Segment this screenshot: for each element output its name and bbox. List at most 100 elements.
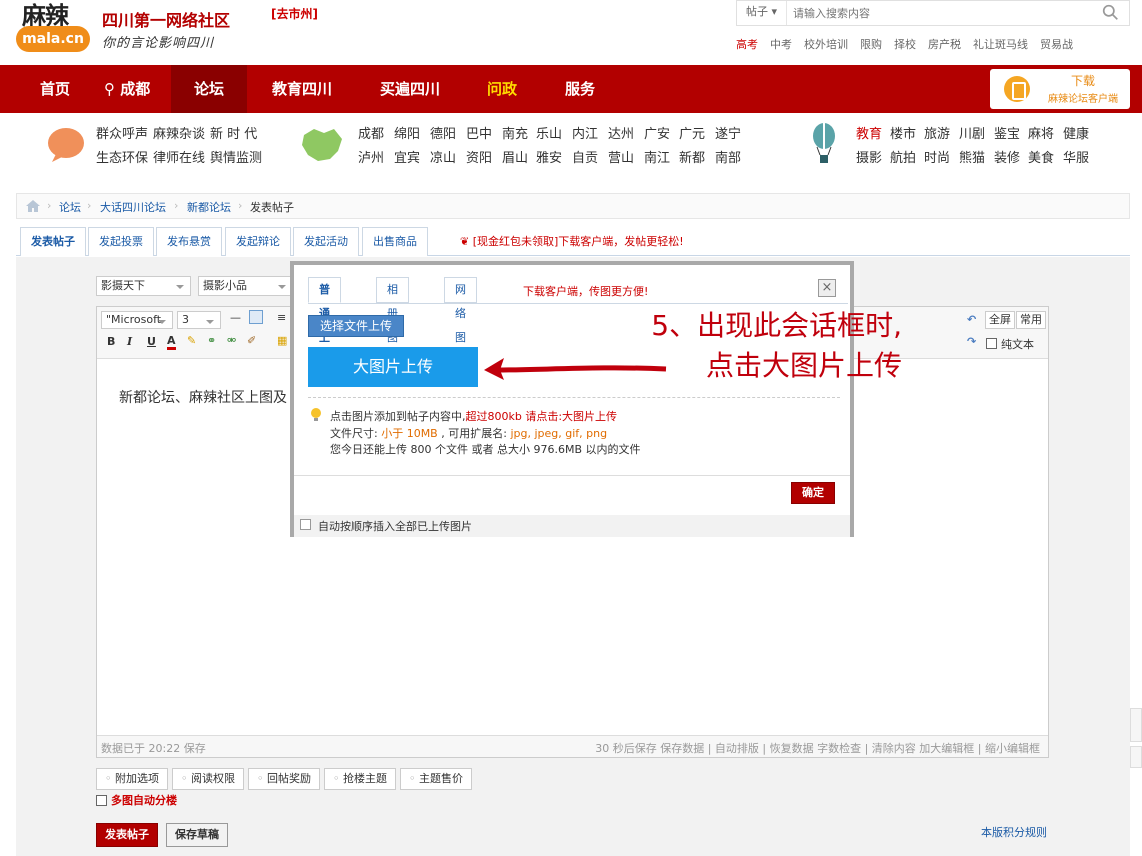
undo-icon[interactable]: ↶	[967, 313, 976, 326]
nav-service[interactable]: 服务	[561, 65, 599, 113]
breadcrumb-item[interactable]: 论坛	[59, 199, 81, 215]
tab-web-images[interactable]: 网络图片	[444, 277, 477, 368]
table-icon[interactable]	[249, 310, 263, 324]
city-link[interactable]: 自贡	[572, 147, 598, 166]
nav-education[interactable]: 教育四川	[268, 65, 336, 113]
close-icon[interactable]: ×	[818, 279, 836, 297]
city-link[interactable]: 雅安	[536, 147, 562, 166]
hot-link[interactable]: 择校	[894, 36, 916, 52]
font-family-select[interactable]: "Microsoft	[101, 311, 173, 329]
hot-link[interactable]: 校外培训	[804, 36, 848, 52]
horizontal-rule-icon[interactable]: —	[230, 311, 241, 324]
hot-link[interactable]: 限购	[860, 36, 882, 52]
search-input[interactable]	[793, 3, 1093, 23]
nav-forum[interactable]: 论坛	[171, 65, 247, 113]
city-link[interactable]: 遂宁	[715, 123, 741, 142]
tab-reward[interactable]: 发布悬赏	[156, 227, 222, 256]
topic-link[interactable]: 美食	[1028, 147, 1054, 166]
link-icon[interactable]: ⚭	[207, 334, 216, 347]
italic-icon[interactable]: I	[127, 335, 132, 348]
image-icon[interactable]: ▦	[277, 334, 287, 347]
city-link[interactable]: 达州	[608, 123, 634, 142]
hot-link[interactable]: 高考	[736, 36, 758, 52]
city-link[interactable]: 资阳	[466, 147, 492, 166]
multi-floor-checkbox[interactable]	[96, 795, 107, 806]
quick-link[interactable]: 生态环保	[96, 147, 148, 166]
topic-link[interactable]: 教育	[856, 123, 882, 142]
tab-debate[interactable]: 发起辩论	[225, 227, 291, 256]
city-link[interactable]: 泸州	[358, 147, 384, 166]
unlink-icon[interactable]: ⚮	[227, 334, 236, 347]
align-icon[interactable]: ≡	[277, 311, 286, 324]
nav-wenzheng[interactable]: 问政	[483, 65, 521, 113]
nav-shopping[interactable]: 买遍四川	[376, 65, 444, 113]
download-app-button[interactable]: 下载 麻辣论坛客户端	[990, 69, 1130, 109]
city-link[interactable]: 内江	[572, 123, 598, 142]
tab-album-images[interactable]: 相册图片	[376, 277, 409, 368]
fullscreen-button[interactable]: 全屏	[985, 311, 1015, 329]
topic-link[interactable]: 楼市	[890, 123, 916, 142]
search-type-select[interactable]: 帖子 ▾	[737, 1, 787, 25]
tab-post[interactable]: 发表帖子	[20, 227, 86, 256]
option-floor-grab[interactable]: ◦ 抢楼主题	[324, 768, 396, 790]
home-icon[interactable]	[26, 200, 40, 212]
big-image-upload-button[interactable]: 大图片上传	[308, 347, 478, 387]
breadcrumb-item[interactable]: 大话四川论坛	[100, 199, 166, 215]
common-button[interactable]: 常用	[1016, 311, 1046, 329]
editor-content[interactable]: 新都论坛、麻辣社区上图及	[119, 387, 287, 407]
city-link[interactable]: 南充	[502, 123, 528, 142]
city-link[interactable]: 成都	[358, 123, 384, 142]
tab-normal-upload[interactable]: 普通上传	[308, 277, 341, 368]
topic-link[interactable]: 摄影	[856, 147, 882, 166]
city-link[interactable]: 乐山	[536, 123, 562, 142]
tab-activity[interactable]: 发起活动	[293, 227, 359, 256]
highlight-icon[interactable]: ✎	[187, 334, 196, 347]
city-link[interactable]: 广安	[644, 123, 670, 142]
confirm-button[interactable]: 确定	[791, 482, 835, 504]
editor-actions[interactable]: 30 秒后保存 保存数据 | 自动排版 | 恢复数据 字数检查 | 清除内容 加…	[595, 740, 1040, 756]
nav-home[interactable]: 首页	[36, 65, 74, 113]
option-read-permission[interactable]: ◦ 阅读权限	[172, 768, 244, 790]
forum-category-select[interactable]: 影摄天下	[96, 276, 191, 296]
side-float-button[interactable]	[1130, 746, 1142, 768]
search-icon[interactable]	[1102, 4, 1119, 21]
topic-link[interactable]: 旅游	[924, 123, 950, 142]
city-link[interactable]: 南江	[644, 147, 670, 166]
city-link[interactable]: 德阳	[430, 123, 456, 142]
submit-post-button[interactable]: 发表帖子	[96, 823, 158, 847]
points-rules-link[interactable]: 本版积分规则	[981, 824, 1047, 840]
tab-sell[interactable]: 出售商品	[362, 227, 428, 256]
quick-link[interactable]: 舆情监测	[210, 147, 262, 166]
client-promo-link[interactable]: ❦ [现金红包未领取]下载客户端，发帖更轻松!	[460, 233, 684, 249]
topic-link[interactable]: 华服	[1063, 147, 1089, 166]
forum-subcategory-select[interactable]: 摄影小品	[198, 276, 293, 296]
topic-link[interactable]: 川剧	[959, 123, 985, 142]
hot-link[interactable]: 房产税	[928, 36, 961, 52]
topic-link[interactable]: 鉴宝	[994, 123, 1020, 142]
side-float-button[interactable]	[1130, 708, 1142, 742]
auto-insert-checkbox[interactable]	[300, 519, 311, 530]
topic-link[interactable]: 航拍	[890, 147, 916, 166]
option-thread-price[interactable]: ◦ 主题售价	[400, 768, 472, 790]
city-link[interactable]: 新都	[679, 147, 705, 166]
hot-link[interactable]: 中考	[770, 36, 792, 52]
city-link[interactable]: 绵阳	[394, 123, 420, 142]
font-size-select[interactable]: 3	[177, 311, 221, 329]
topic-link[interactable]: 装修	[994, 147, 1020, 166]
city-link[interactable]: 眉山	[502, 147, 528, 166]
redo-icon[interactable]: ↷	[967, 335, 976, 348]
font-color-icon[interactable]: A	[167, 334, 176, 350]
breadcrumb-item[interactable]: 新都论坛	[187, 199, 231, 215]
quick-link[interactable]: 麻辣杂谈	[153, 123, 205, 142]
topic-link[interactable]: 时尚	[924, 147, 950, 166]
nav-chengdu[interactable]: ⚲ 成都	[100, 65, 154, 113]
city-switch-link[interactable]: [去市州]	[271, 5, 318, 22]
option-reply-reward[interactable]: ◦ 回帖奖励	[248, 768, 320, 790]
city-link[interactable]: 广元	[679, 123, 705, 142]
option-extra[interactable]: ◦ 附加选项	[96, 768, 168, 790]
plaintext-checkbox[interactable]	[986, 338, 997, 349]
topic-link[interactable]: 麻将	[1028, 123, 1054, 142]
city-link[interactable]: 凉山	[430, 147, 456, 166]
select-file-upload-button[interactable]: 选择文件上传	[308, 315, 404, 337]
dialog-tab-promo[interactable]: 下载客户端，传图更方便!	[523, 283, 648, 299]
